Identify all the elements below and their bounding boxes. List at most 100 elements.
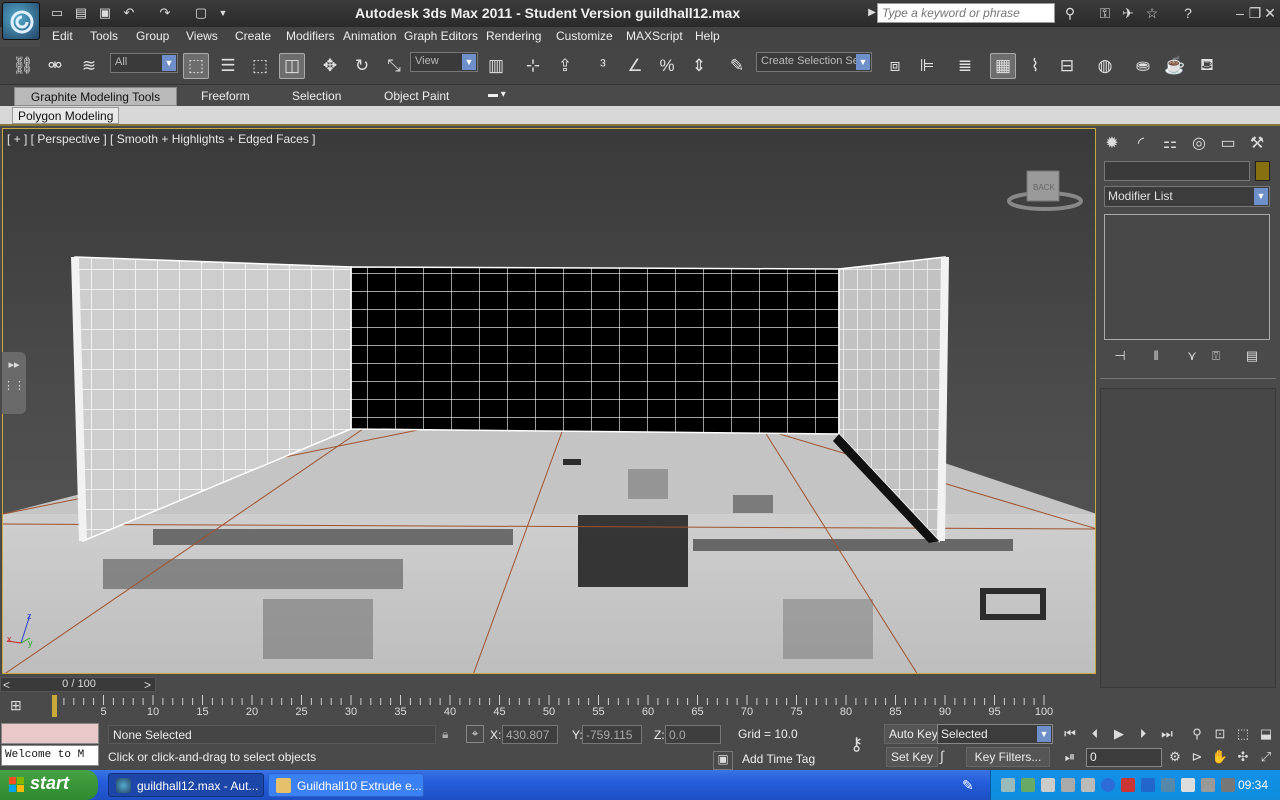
orbit-icon[interactable]: ✣ (1232, 747, 1254, 767)
select-and-move-icon[interactable]: ✥ (317, 53, 343, 79)
tray-alert-icon[interactable] (1121, 778, 1135, 792)
menu-modifiers[interactable]: Modifiers (286, 29, 335, 43)
select-manipulate-icon[interactable]: ⊹ (520, 53, 546, 79)
tray-device-icon[interactable] (1221, 778, 1235, 792)
tray-antivirus-icon[interactable] (1021, 778, 1035, 792)
window-crossing-icon[interactable]: ◫ (279, 53, 305, 79)
auto-key-button[interactable]: Auto Key (884, 724, 943, 744)
zoom-all-icon[interactable]: ⊡ (1209, 724, 1231, 744)
tray-network-icon[interactable] (1001, 778, 1015, 792)
menu-rendering[interactable]: Rendering (486, 29, 541, 43)
pin-stack-icon[interactable]: ⊣ (1110, 346, 1130, 366)
go-to-start-icon[interactable]: ⏮ (1059, 724, 1081, 744)
utilities-tab-icon[interactable]: ⚒ (1245, 132, 1269, 156)
default-tangent-icon[interactable]: ∫ (940, 748, 944, 764)
quick-launch-pen-icon[interactable]: ✎ (962, 777, 974, 794)
set-keys-icon[interactable]: ⚷ (850, 734, 863, 755)
hierarchy-tab-icon[interactable]: ⚏ (1158, 132, 1182, 156)
tray-app-icon[interactable] (1081, 778, 1095, 792)
menu-graph-editors[interactable]: Graph Editors (404, 29, 478, 43)
mirror-icon[interactable]: ⧈ (882, 53, 908, 79)
tray-media-icon[interactable] (1141, 778, 1155, 792)
redo-icon[interactable]: ↷ (156, 5, 174, 21)
maximize-viewport-icon[interactable]: ⤢ (1255, 747, 1277, 767)
viewport-label-menu[interactable]: [ + ] [ Perspective ] [ Smooth + Highlig… (7, 132, 316, 146)
modifier-list-dropdown[interactable]: Modifier List ▼ (1104, 186, 1270, 207)
taskbar-item-3dsmax[interactable]: guildhall12.max - Aut... (108, 773, 264, 797)
undo-icon[interactable]: ↶ (120, 5, 138, 21)
application-menu-button[interactable] (2, 2, 40, 40)
menu-customize[interactable]: Customize (556, 29, 613, 43)
next-frame-icon[interactable]: ⏵ (1132, 724, 1154, 744)
time-tag-icon[interactable]: ▣ (713, 751, 733, 770)
current-frame-field[interactable]: 0 (1086, 748, 1162, 767)
add-time-tag[interactable]: Add Time Tag (742, 752, 815, 766)
percent-snap-icon[interactable]: % (654, 53, 680, 79)
set-key-button[interactable]: Set Key (886, 747, 939, 767)
save-file-icon[interactable]: ▣ (96, 5, 114, 21)
maxscript-mini-listener[interactable]: Welcome to M (1, 745, 99, 766)
rectangular-selection-icon[interactable]: ⬚ (247, 53, 273, 79)
menu-maxscript[interactable]: MAXScript (626, 29, 683, 43)
show-end-result-icon[interactable]: ‖ (1146, 346, 1166, 366)
maxscript-listener-macro[interactable] (1, 723, 99, 744)
key-mode-toggle-icon[interactable]: ⏯ (1059, 747, 1081, 767)
graphite-toggle-icon[interactable]: ▦ (990, 53, 1016, 79)
modify-tab-icon[interactable]: ◜ (1129, 132, 1153, 156)
perspective-viewport[interactable]: z x y [ + ] [ Perspective ] [ Smooth + H… (2, 128, 1096, 674)
time-slider-next[interactable]: > (144, 678, 151, 692)
object-color-swatch[interactable] (1255, 161, 1270, 181)
tab-object-paint[interactable]: Object Paint (384, 87, 449, 106)
taskbar-item-paint[interactable]: Guildhall10 Extrude e... (268, 773, 424, 797)
viewport-sidebar-handle[interactable]: ▸▸ ⋮⋮ (2, 352, 26, 414)
current-frame-marker[interactable] (52, 695, 57, 717)
zoom-extents-icon[interactable]: ⬚ (1232, 724, 1254, 744)
pan-view-icon[interactable]: ✋ (1209, 747, 1231, 767)
rendered-frame-window-icon[interactable]: ☕ (1162, 53, 1188, 79)
project-folder-icon[interactable]: ▢ (192, 5, 210, 21)
help-icon[interactable]: ? (1178, 4, 1198, 22)
configure-modifier-sets-icon[interactable]: ▤ (1242, 346, 1262, 366)
spinner-snap-icon[interactable]: ⇕ (686, 53, 712, 79)
search-input[interactable] (877, 3, 1055, 23)
bind-space-warp-icon[interactable]: ≋ (76, 53, 102, 79)
make-unique-icon[interactable]: ⋎ (1182, 346, 1202, 366)
pivot-center-icon[interactable]: ▥ (483, 53, 509, 79)
menu-edit[interactable]: Edit (52, 29, 73, 43)
menu-tools[interactable]: Tools (90, 29, 118, 43)
volume-icon[interactable] (1181, 778, 1195, 792)
menu-animation[interactable]: Animation (343, 29, 396, 43)
lock-selection-icon[interactable]: 🔒︎ (442, 727, 448, 742)
start-button[interactable]: start (0, 770, 98, 800)
display-tab-icon[interactable]: ▭ (1216, 132, 1240, 156)
selection-filter-dropdown[interactable]: All ▼ (110, 53, 178, 73)
x-coordinate-field[interactable]: 430.807 (502, 725, 558, 744)
angle-snap-icon[interactable]: ∠ (622, 53, 648, 79)
motion-tab-icon[interactable]: ◎ (1187, 132, 1211, 156)
key-mode-dropdown[interactable]: Selected ▼ (937, 724, 1053, 744)
align-icon[interactable]: ⊫ (914, 53, 940, 79)
time-slider-track[interactable]: < 0 / 100 > (0, 677, 156, 692)
schematic-view-icon[interactable]: ⊟ (1054, 53, 1080, 79)
timeline-ruler[interactable]: 5 10 15 20 25 30 35 40 45 50 55 60 65 70 75 80 85 90 95 100 (52, 694, 1053, 720)
curve-editor-icon[interactable]: ⌇ (1022, 53, 1048, 79)
select-by-name-icon[interactable]: ☰ (215, 53, 241, 79)
communication-center-icon[interactable]: ✈ (1118, 4, 1138, 22)
zoom-icon[interactable]: ⚲ (1186, 724, 1208, 744)
subscription-key-icon[interactable]: ⚿ (1095, 4, 1115, 22)
mini-curve-editor-icon[interactable]: ⊞ (10, 697, 32, 717)
time-configuration-icon[interactable]: ⚙ (1164, 747, 1186, 767)
customize-quick-access-icon[interactable]: ▼ (214, 5, 232, 21)
tray-display-icon[interactable] (1161, 778, 1175, 792)
z-coordinate-field[interactable]: 0.0 (665, 725, 721, 744)
tray-app-icon[interactable] (1061, 778, 1075, 792)
select-and-scale-icon[interactable]: ⤡ (381, 53, 407, 79)
named-selection-sets-dropdown[interactable]: Create Selection Se ▼ (756, 52, 872, 72)
menu-create[interactable]: Create (235, 29, 271, 43)
reference-coordinate-dropdown[interactable]: View ▼ (410, 52, 478, 72)
favorites-star-icon[interactable]: ☆ (1142, 4, 1162, 22)
edit-named-selection-icon[interactable]: ✎ (724, 53, 750, 79)
select-and-link-icon[interactable]: ⛓ (10, 53, 36, 79)
menu-group[interactable]: Group (136, 29, 169, 43)
unlink-icon[interactable]: ⚮ (42, 53, 68, 79)
